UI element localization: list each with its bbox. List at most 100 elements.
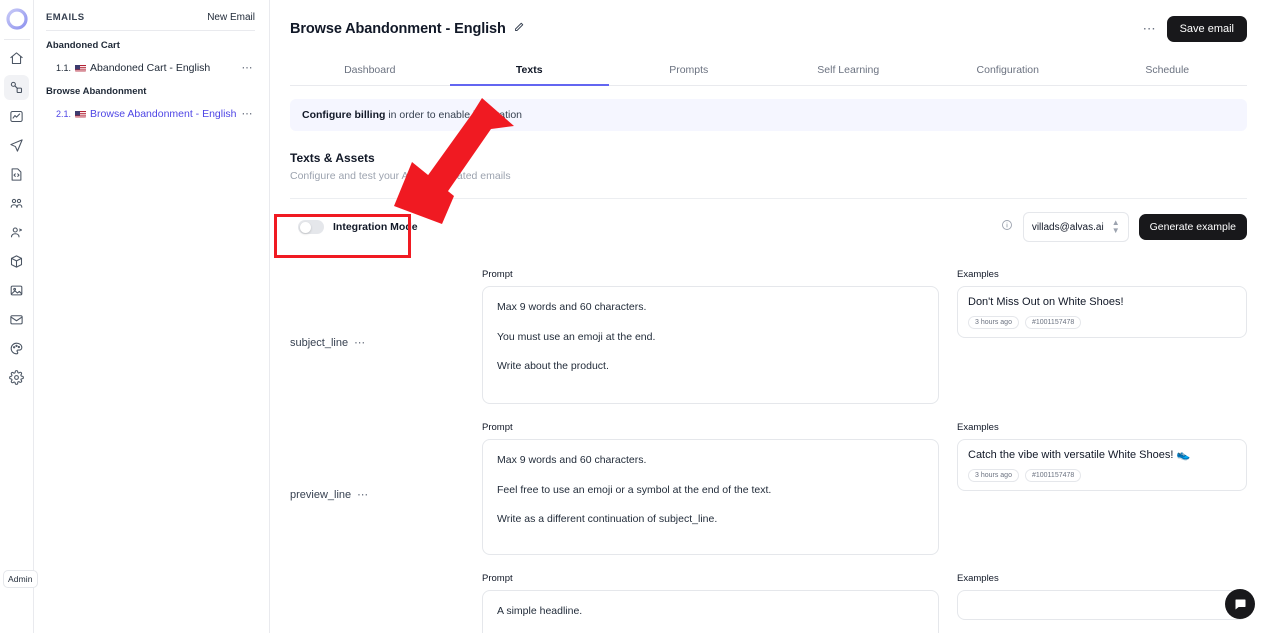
billing-banner-text: in order to enable integration <box>385 109 522 121</box>
email-group-abandoned-cart: Abandoned Cart 1.1. Abandoned Cart - Eng… <box>46 40 255 78</box>
example-time-chip: 3 hours ago <box>968 468 1019 482</box>
field-row-subject-line: subject_line ⋯ Prompt Max 9 words and 60… <box>290 269 1247 404</box>
integration-mode-toggle[interactable] <box>298 220 324 234</box>
panel-divider <box>46 30 255 31</box>
prompt-input[interactable]: Max 9 words and 60 characters. You must … <box>482 286 939 404</box>
list-item-number: 2.1. <box>56 108 72 119</box>
field-name: preview_line ⋯ <box>290 422 482 555</box>
integration-mode-right: villads@alvas.ai ▲ ▼ Generate example <box>1001 212 1247 242</box>
prompt-line: Max 9 words and 60 characters. <box>497 454 647 466</box>
section-subtitle: Configure and test your Alvas generated … <box>290 170 511 182</box>
example-id-chip: #1001157478 <box>1024 468 1082 482</box>
sidebar-item-products[interactable] <box>4 249 29 274</box>
tab-texts[interactable]: Texts <box>449 54 610 86</box>
field-examples-column: Examples Don't Miss Out on White Shoes! … <box>957 269 1247 404</box>
list-item[interactable]: 2.1. Browse Abandonment - English ⋯ <box>46 103 255 124</box>
more-horizontal-icon[interactable]: ⋯ <box>242 61 254 74</box>
billing-banner-link[interactable]: Configure billing <box>302 109 385 121</box>
pencil-icon[interactable] <box>513 20 525 38</box>
save-email-button[interactable]: Save email <box>1166 16 1247 42</box>
field-prompt-column: Prompt A simple headline. <box>482 573 957 633</box>
tab-configuration[interactable]: Configuration <box>928 54 1088 85</box>
sidebar-item-analytics[interactable] <box>4 104 29 129</box>
sidebar-item-home[interactable] <box>4 46 29 71</box>
list-item-number: 1.1. <box>56 62 72 73</box>
examples-column-label: Examples <box>957 422 999 433</box>
title-row: Browse Abandonment - English ⋯ Save emai… <box>290 16 1247 42</box>
sidebar-item-flows[interactable] <box>4 75 29 100</box>
field-row-preview-line: preview_line ⋯ Prompt Max 9 words and 60… <box>290 422 1247 555</box>
more-horizontal-icon[interactable]: ⋯ <box>354 336 366 349</box>
billing-banner: Configure billing in order to enable int… <box>290 99 1247 131</box>
integration-mode-row: Integration Mode villads@alvas.ai ▲ ▼ Gen… <box>290 199 1247 255</box>
sidebar-item-branding[interactable] <box>4 336 29 361</box>
product-box-icon <box>9 254 24 269</box>
toggle-knob <box>299 221 311 233</box>
list-item[interactable]: 1.1. Abandoned Cart - English ⋯ <box>46 57 255 78</box>
sidebar-item-contacts[interactable] <box>4 220 29 245</box>
field-name: subject_line ⋯ <box>290 269 482 404</box>
new-email-button[interactable]: New Email <box>207 12 255 23</box>
prompt-line: Feel free to use an emoji or a symbol at… <box>497 483 772 496</box>
code-file-icon <box>9 167 24 182</box>
mail-icon <box>9 312 24 327</box>
image-icon <box>9 283 24 298</box>
group-label: Abandoned Cart <box>46 40 120 51</box>
emails-panel: EMAILS New Email Abandoned Cart 1.1. Aba… <box>34 0 270 633</box>
analytics-icon <box>9 109 24 124</box>
contacts-icon <box>9 225 24 240</box>
generate-example-button[interactable]: Generate example <box>1138 214 1247 240</box>
sidebar-item-code-file[interactable] <box>4 162 29 187</box>
field-prompt-column: Prompt Max 9 words and 60 characters. Fe… <box>482 422 957 555</box>
prompt-line: Write about the product. <box>497 360 609 373</box>
example-card[interactable]: Catch the vibe with versatile White Shoe… <box>957 439 1247 491</box>
field-name-label: preview_line <box>290 488 352 501</box>
prompt-input[interactable]: A simple headline. <box>482 590 939 633</box>
alvas-logo-icon[interactable] <box>4 6 30 32</box>
audience-icon <box>9 196 24 211</box>
rail-divider <box>3 39 30 40</box>
chevron-updown-icon: ▲ ▼ <box>1111 218 1120 235</box>
send-icon <box>9 138 24 153</box>
example-time-chip: 3 hours ago <box>968 315 1019 329</box>
examples-column-label: Examples <box>957 269 999 280</box>
tab-self-learning[interactable]: Self Learning <box>769 54 929 85</box>
us-flag-icon <box>75 110 87 118</box>
list-item-label: Browse Abandonment - English <box>90 107 237 120</box>
more-horizontal-icon[interactable]: ⋯ <box>1143 21 1157 37</box>
more-horizontal-icon[interactable]: ⋯ <box>242 107 254 120</box>
account-select[interactable]: villads@alvas.ai ▲ ▼ <box>1022 212 1129 242</box>
sidebar-item-images[interactable] <box>4 278 29 303</box>
field-row-headline: headline ⋯ Prompt A simple headline. Exa… <box>290 573 1247 633</box>
chat-bubble-icon[interactable] <box>1225 589 1255 619</box>
email-group-browse-abandonment: Browse Abandonment 2.1. Browse Abandonme… <box>46 86 255 124</box>
more-horizontal-icon[interactable]: ⋯ <box>357 488 369 501</box>
field-examples-column: Examples <box>957 573 1247 633</box>
title-actions: ⋯ Save email <box>1143 16 1247 42</box>
sidebar-item-settings[interactable] <box>4 365 29 390</box>
example-text: Catch the vibe with versatile White Shoe… <box>968 449 1191 461</box>
prompt-input[interactable]: Max 9 words and 60 characters. Feel free… <box>482 439 939 555</box>
prompt-line: A simple headline. <box>497 605 583 617</box>
example-card[interactable] <box>957 590 1247 620</box>
tab-schedule[interactable]: Schedule <box>1088 54 1248 85</box>
tab-dashboard[interactable]: Dashboard <box>290 54 450 85</box>
group-label: Browse Abandonment <box>46 86 147 97</box>
sidebar-item-audience[interactable] <box>4 191 29 216</box>
flows-icon <box>9 80 24 95</box>
tab-prompts[interactable]: Prompts <box>609 54 769 85</box>
prompt-line: Max 9 words and 60 characters. <box>497 301 647 313</box>
tab-bar: Dashboard Texts Prompts Self Learning Co… <box>290 54 1247 86</box>
info-circle-icon[interactable] <box>1001 218 1013 236</box>
field-prompt-column: Prompt Max 9 words and 60 characters. Yo… <box>482 269 957 404</box>
prompt-column-label: Prompt <box>482 573 513 584</box>
example-card[interactable]: Don't Miss Out on White Shoes! 3 hours a… <box>957 286 1247 338</box>
texts-content: Configure billing in order to enable int… <box>270 99 1269 633</box>
sidebar-item-send[interactable] <box>4 133 29 158</box>
sidebar-item-mail[interactable] <box>4 307 29 332</box>
admin-button[interactable]: Admin <box>3 570 38 588</box>
emails-panel-header: EMAILS New Email <box>46 10 255 30</box>
example-meta: 3 hours ago #1001157478 <box>968 315 1236 329</box>
integration-mode-left: Integration Mode <box>298 220 418 234</box>
account-select-value: villads@alvas.ai <box>1031 221 1104 233</box>
